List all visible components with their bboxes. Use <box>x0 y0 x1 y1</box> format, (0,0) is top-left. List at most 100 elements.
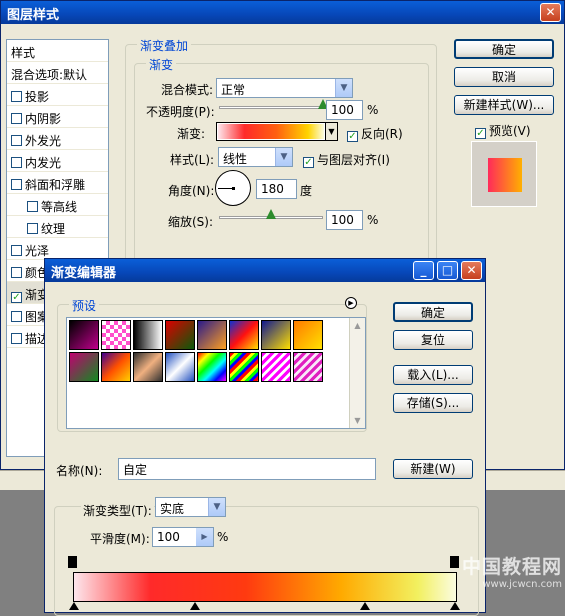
watermark: 中国教程网 www.jcwcn.com <box>440 552 562 606</box>
effect-item[interactable]: 内阴影 <box>7 106 108 128</box>
effect-item[interactable]: 光泽 <box>7 238 108 260</box>
gradient-reset-button[interactable]: 复位 <box>393 330 473 350</box>
effect-checkbox[interactable] <box>11 311 22 322</box>
preset-swatch[interactable] <box>133 352 163 382</box>
reverse-label: 反向(R) <box>361 127 403 141</box>
preset-swatch[interactable] <box>69 352 99 382</box>
effect-item[interactable]: 投影 <box>7 84 108 106</box>
load-button[interactable]: 载入(L)... <box>393 365 473 385</box>
blend-mode-value: 正常 <box>221 83 246 97</box>
angle-input[interactable]: 180 <box>256 179 297 199</box>
presets-menu-icon[interactable]: ▶ <box>345 297 357 309</box>
angle-dial[interactable] <box>215 170 251 206</box>
effect-checkbox[interactable] <box>11 333 22 344</box>
new-style-button[interactable]: 新建样式(W)... <box>454 95 554 115</box>
preset-swatch[interactable] <box>197 352 227 382</box>
style-select[interactable]: 线性 ▼ <box>218 147 293 167</box>
new-gradient-button[interactable]: 新建(W) <box>393 459 473 479</box>
gradient-subsection-title: 渐变 <box>146 56 177 73</box>
style-label: 样式(L): <box>170 153 215 167</box>
minimize-icon[interactable]: _ <box>413 261 434 280</box>
reverse-checkbox-box[interactable]: ✓ <box>347 131 358 142</box>
effect-checkbox[interactable] <box>11 267 22 278</box>
gradient-type-select[interactable]: 实底 ▼ <box>155 497 226 517</box>
smoothness-value: 100 <box>157 530 180 544</box>
effect-checkbox[interactable] <box>11 91 22 102</box>
effect-checkbox[interactable]: ✓ <box>11 292 22 303</box>
gradient-bar[interactable] <box>73 572 457 602</box>
effect-checkbox[interactable] <box>11 179 22 190</box>
blend-options-item[interactable]: 混合选项:默认 <box>7 62 108 84</box>
save-button[interactable]: 存储(S)... <box>393 393 473 413</box>
effect-item[interactable]: 外发光 <box>7 128 108 150</box>
angle-label: 角度(N): <box>168 184 215 198</box>
preview-label: 预览(V) <box>489 124 531 138</box>
presets-label: 预设 <box>69 297 100 314</box>
scale-slider-thumb[interactable] <box>266 209 276 219</box>
effect-checkbox[interactable] <box>27 201 38 212</box>
preset-swatch[interactable] <box>293 352 323 382</box>
layer-style-close-icon[interactable]: ✕ <box>540 3 561 22</box>
preview-checkbox-box[interactable]: ✓ <box>475 128 486 139</box>
chevron-down-icon: ▼ <box>275 148 292 166</box>
effect-label: 内阴影 <box>25 112 62 126</box>
gradient-ok-button[interactable]: 确定 <box>393 302 473 322</box>
preset-swatch[interactable] <box>229 320 259 350</box>
presets-grid: ▲ ▼ <box>66 317 366 429</box>
preset-swatch[interactable] <box>197 320 227 350</box>
align-checkbox[interactable]: ✓ 与图层对齐(I) <box>303 151 390 168</box>
effect-checkbox[interactable] <box>11 245 22 256</box>
layer-style-title: 图层样式 <box>7 8 60 23</box>
preset-swatch[interactable] <box>293 320 323 350</box>
blend-mode-select[interactable]: 正常 ▼ <box>216 78 353 98</box>
reverse-checkbox[interactable]: ✓ 反向(R) <box>347 125 403 142</box>
ok-button[interactable]: 确定 <box>454 39 554 59</box>
gradient-editor-dialog: 渐变编辑器 _ □ ✕ 预设 ▶ ▲ ▼ 确定 复位 载入(L)... 存储(S… <box>44 258 486 616</box>
preset-swatch[interactable] <box>69 320 99 350</box>
effect-checkbox[interactable] <box>11 135 22 146</box>
gradient-type-value: 实底 <box>160 502 185 516</box>
scroll-down-icon[interactable]: ▼ <box>350 413 365 428</box>
preset-swatch[interactable] <box>165 352 195 382</box>
preset-swatch[interactable] <box>133 320 163 350</box>
smoothness-arrow-icon[interactable]: ▶ <box>196 528 213 546</box>
opacity-input[interactable]: 100 <box>326 100 363 120</box>
cancel-button[interactable]: 取消 <box>454 67 554 87</box>
name-input[interactable]: 自定 <box>118 458 376 480</box>
opacity-stop-left[interactable] <box>68 556 77 568</box>
watermark-url: www.jcwcn.com <box>482 579 562 590</box>
styles-list-header[interactable]: 样式 <box>7 40 108 62</box>
scroll-up-icon[interactable]: ▲ <box>350 318 365 333</box>
maximize-icon[interactable]: □ <box>437 261 458 280</box>
preview-swatch <box>488 158 522 192</box>
effect-label: 光泽 <box>25 244 50 258</box>
effect-item[interactable]: 纹理 <box>7 216 108 238</box>
effect-item[interactable]: 斜面和浮雕 <box>7 172 108 194</box>
effect-checkbox[interactable] <box>11 157 22 168</box>
preset-swatch[interactable] <box>165 320 195 350</box>
effect-checkbox[interactable] <box>11 113 22 124</box>
gradient-editor-close-icon[interactable]: ✕ <box>461 261 482 280</box>
presets-scrollbar[interactable]: ▲ ▼ <box>349 318 365 428</box>
gradient-picker[interactable]: ▼ <box>216 122 338 141</box>
preset-swatch[interactable] <box>101 320 131 350</box>
chevron-down-icon: ▼ <box>208 498 225 516</box>
effect-label: 等高线 <box>41 200 78 214</box>
effect-item[interactable]: 内发光 <box>7 150 108 172</box>
smoothness-input[interactable]: 100 ▶ <box>152 527 214 547</box>
opacity-slider-track[interactable] <box>219 106 323 109</box>
effect-item[interactable]: 等高线 <box>7 194 108 216</box>
preset-swatch[interactable] <box>261 320 291 350</box>
layer-style-titlebar[interactable]: 图层样式 <box>1 1 564 24</box>
preset-swatch[interactable] <box>229 352 259 382</box>
scale-input[interactable]: 100 <box>326 210 363 230</box>
gradient-picker-arrow-icon[interactable]: ▼ <box>325 123 337 140</box>
blend-mode-label: 混合模式: <box>161 83 214 97</box>
effect-checkbox[interactable] <box>27 223 38 234</box>
preset-swatch[interactable] <box>261 352 291 382</box>
preset-swatch[interactable] <box>101 352 131 382</box>
preview-checkbox[interactable]: ✓ 预览(V) <box>475 122 531 139</box>
align-checkbox-box[interactable]: ✓ <box>303 157 314 168</box>
opacity-percent: % <box>367 103 379 117</box>
angle-degree-unit: 度 <box>300 184 313 198</box>
